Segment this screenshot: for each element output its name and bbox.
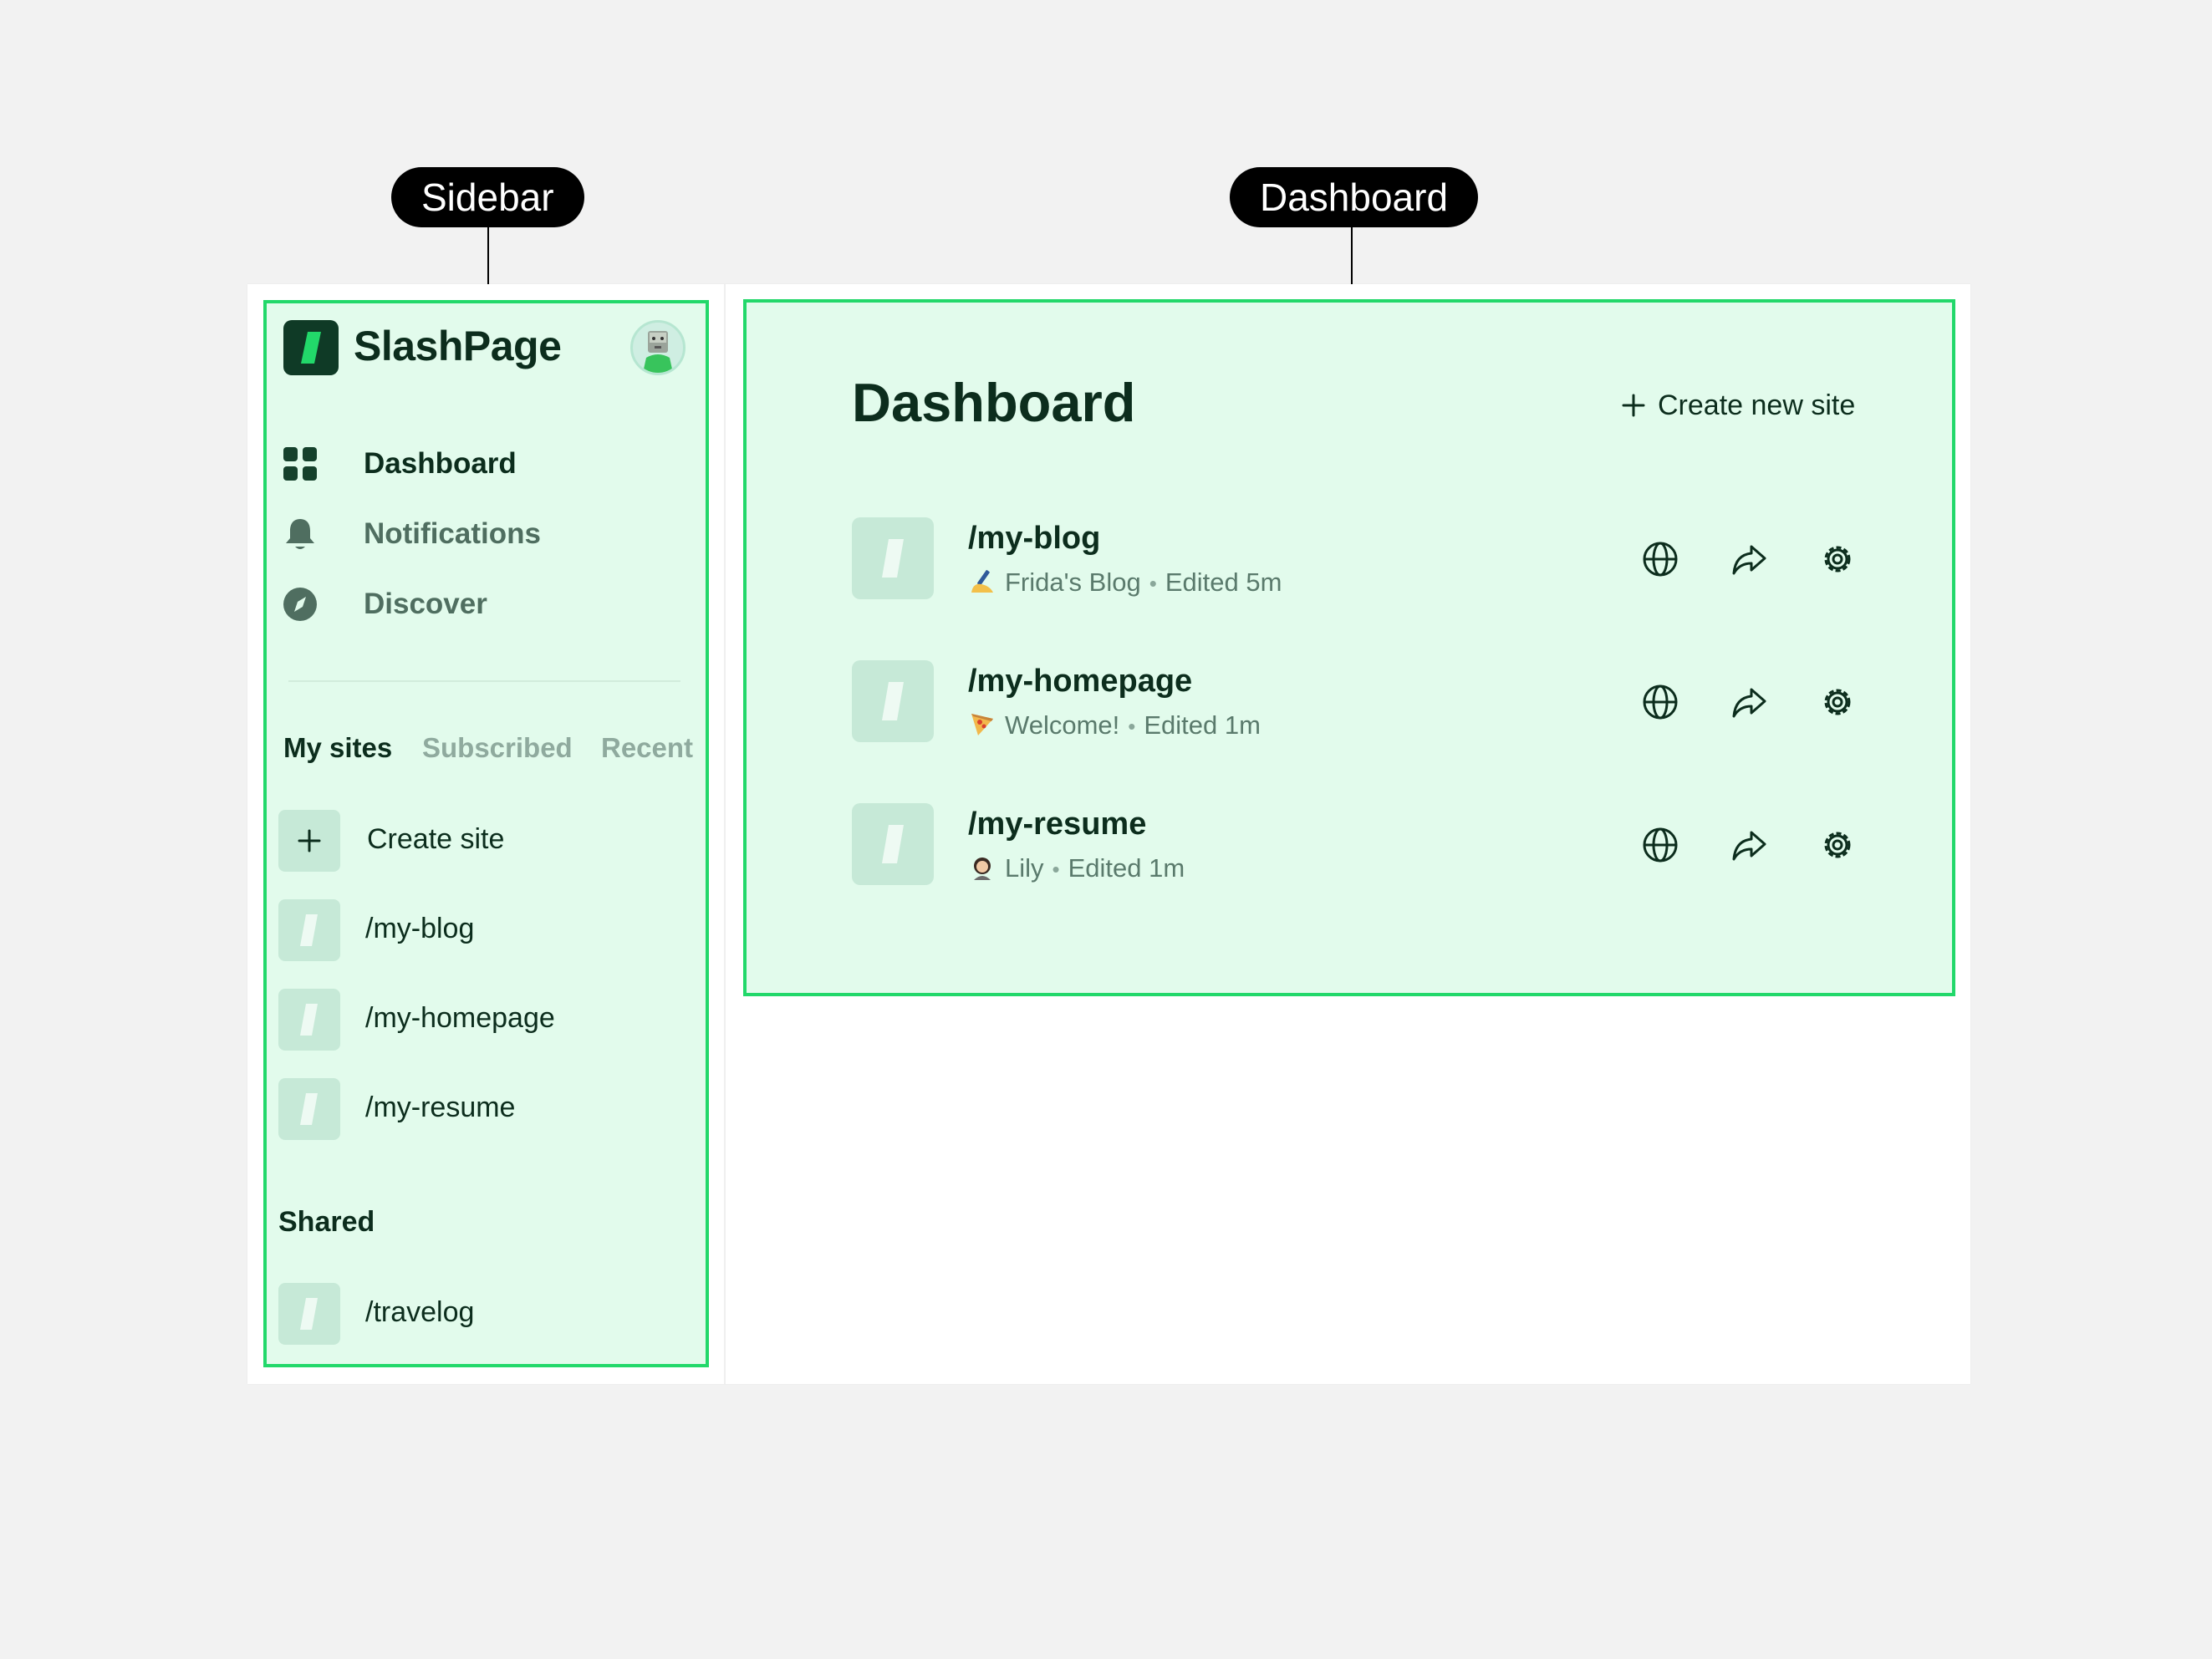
site-thumbnail [852,660,934,742]
meta-separator-dot: • [1052,857,1060,882]
create-site-button[interactable]: Create site [278,810,688,873]
site-label: /my-resume [365,1092,516,1123]
nav-label: Dashboard [364,447,517,480]
gear-icon[interactable] [1817,825,1858,865]
gear-icon[interactable] [1817,682,1858,722]
site-title: Lily [1005,853,1044,883]
sidebar: SlashPage Dashboard Notifications Discov… [263,300,709,1367]
create-new-site-label: Create new site [1658,389,1856,421]
sidebar-site-my-homepage[interactable]: /my-homepage [278,989,688,1052]
tab-subscribed[interactable]: Subscribed [422,732,573,764]
site-thumbnail [852,803,934,885]
nav-notifications[interactable]: Notifications [282,509,683,559]
sidebar-separator [288,680,680,682]
site-thumbnail [278,1078,340,1140]
tab-my-sites[interactable]: My sites [283,732,392,764]
nav-label: Notifications [364,517,541,550]
edited-time: Edited 1m [1144,710,1261,740]
plus-icon [278,810,340,872]
tab-recent[interactable]: Recent [601,732,693,764]
pizza-icon [968,710,996,739]
site-path[interactable]: /my-resume [968,807,1146,842]
sidebar-site-my-resume[interactable]: /my-resume [278,1078,688,1142]
bell-icon [282,516,319,552]
nav-discover[interactable]: Discover [282,579,683,629]
globe-icon[interactable] [1640,682,1680,722]
globe-icon[interactable] [1640,825,1680,865]
person-icon [968,853,996,882]
dashboard-panel: Dashboard Create new site /my-blog Frida… [743,299,1955,996]
create-new-site-button[interactable]: Create new site [1619,386,1870,428]
sidebar-site-travelog[interactable]: /travelog [278,1283,688,1346]
meta-separator-dot: • [1149,571,1157,596]
site-path[interactable]: /my-homepage [968,664,1192,700]
site-card-my-homepage[interactable]: /my-homepage Welcome! • Edited 1m [852,660,1863,744]
page-title: Dashboard [852,372,1136,433]
meta-separator-dot: • [1128,714,1136,739]
edited-time: Edited 1m [1068,853,1185,883]
site-thumbnail [278,1283,340,1345]
site-title: Frida's Blog [1005,567,1141,597]
grid-icon [282,445,319,482]
compass-icon [282,586,319,623]
site-card-my-blog[interactable]: /my-blog Frida's Blog • Edited 5m [852,517,1863,601]
site-thumbnail [278,989,340,1051]
site-meta: Lily • Edited 1m [968,853,1185,883]
gear-icon[interactable] [1817,539,1858,579]
slashpage-logo-icon[interactable] [283,320,339,375]
site-title: Welcome! [1005,710,1120,740]
site-thumbnail [278,899,340,961]
share-icon[interactable] [1729,825,1769,865]
dashboard-callout: Dashboard [1230,167,1479,227]
site-label: /travelog [365,1296,475,1328]
brand-name[interactable]: SlashPage [354,322,562,370]
site-thumbnail [852,517,934,599]
create-site-label: Create site [367,823,505,855]
avatar[interactable] [630,320,686,375]
site-meta: Frida's Blog • Edited 5m [968,567,1282,598]
writing-hand-icon [968,567,996,596]
nav-label: Discover [364,588,487,620]
share-icon[interactable] [1729,682,1769,722]
share-icon[interactable] [1729,539,1769,579]
edited-time: Edited 5m [1165,567,1282,597]
sidebar-callout: Sidebar [391,167,584,227]
sidebar-site-my-blog[interactable]: /my-blog [278,899,688,963]
nav-dashboard[interactable]: Dashboard [282,439,683,489]
site-meta: Welcome! • Edited 1m [968,710,1261,740]
site-path[interactable]: /my-blog [968,521,1100,557]
sidebar-divider [724,284,726,1384]
shared-section-label: Shared [278,1206,375,1238]
globe-icon[interactable] [1640,539,1680,579]
site-card-my-resume[interactable]: /my-resume Lily • Edited 1m [852,803,1863,887]
site-label: /my-homepage [365,1002,555,1034]
site-label: /my-blog [365,913,475,944]
plus-icon [1619,391,1648,420]
